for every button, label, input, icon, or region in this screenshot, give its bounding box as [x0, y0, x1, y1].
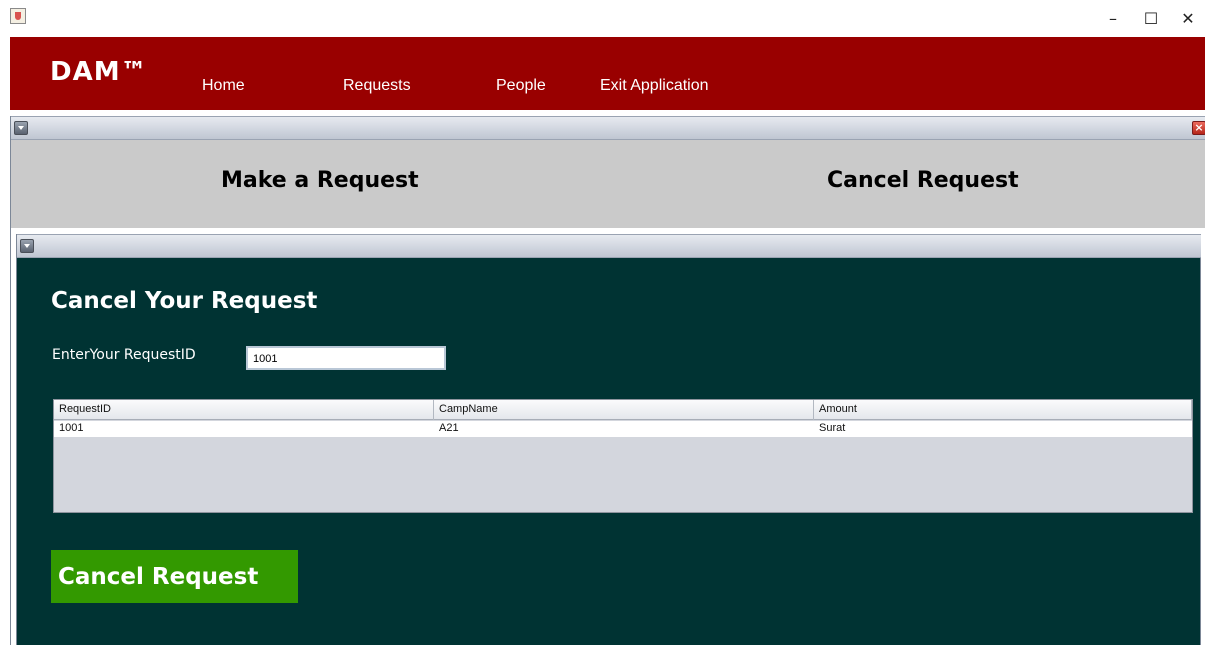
minimize-button[interactable]: –	[1096, 6, 1130, 32]
tab-cancel-request[interactable]: Cancel Request	[827, 168, 1019, 193]
cancel-frame-titlebar[interactable]	[17, 234, 1201, 258]
request-table: RequestID CampName Amount 1001 A21 Surat	[53, 399, 1193, 513]
column-header-amount[interactable]: Amount	[814, 400, 1192, 420]
requests-frame-titlebar[interactable]: ×	[11, 116, 1205, 140]
internal-frame-close-icon[interactable]: ×	[1192, 121, 1205, 135]
menu-item-home[interactable]: Home	[202, 77, 245, 95]
java-app-icon	[10, 8, 26, 24]
app-logo: DAM™	[50, 57, 148, 87]
table-cell: 1001	[59, 422, 84, 434]
request-id-label: EnterYour RequestID	[52, 347, 196, 363]
table-cell: A21	[439, 422, 459, 434]
internal-frame-menu-icon[interactable]	[14, 121, 28, 135]
menu-item-people[interactable]: People	[496, 77, 546, 95]
page-title: Cancel Your Request	[51, 288, 318, 314]
tab-make-a-request[interactable]: Make a Request	[221, 168, 419, 193]
cancel-request-internal-frame: Cancel Your Request EnterYour RequestID …	[16, 234, 1201, 645]
column-header-requestid[interactable]: RequestID	[54, 400, 434, 420]
request-tabs-panel: Make a Request Cancel Request	[11, 140, 1205, 228]
internal-frame-menu-icon[interactable]	[20, 239, 34, 253]
column-header-campname[interactable]: CampName	[434, 400, 814, 420]
cancel-request-panel: Cancel Your Request EnterYour RequestID …	[17, 258, 1201, 645]
menu-item-requests[interactable]: Requests	[343, 77, 411, 95]
cancel-request-button[interactable]: Cancel Request	[51, 550, 298, 603]
table-cell: Surat	[819, 422, 846, 434]
maximize-button[interactable]: ☐	[1134, 6, 1168, 32]
menu-item-exit-application[interactable]: Exit Application	[600, 77, 709, 95]
request-id-input[interactable]: 1001	[246, 346, 446, 370]
frame-right-edge	[1200, 258, 1205, 645]
table-header: RequestID CampName Amount	[54, 400, 1192, 420]
table-row[interactable]: 1001 A21 Surat	[54, 421, 1192, 437]
app-menubar: DAM™ Home Requests People Exit Applicati…	[10, 37, 1205, 110]
window-titlebar: – ☐ ✕	[0, 0, 1205, 37]
close-window-button[interactable]: ✕	[1171, 6, 1205, 32]
